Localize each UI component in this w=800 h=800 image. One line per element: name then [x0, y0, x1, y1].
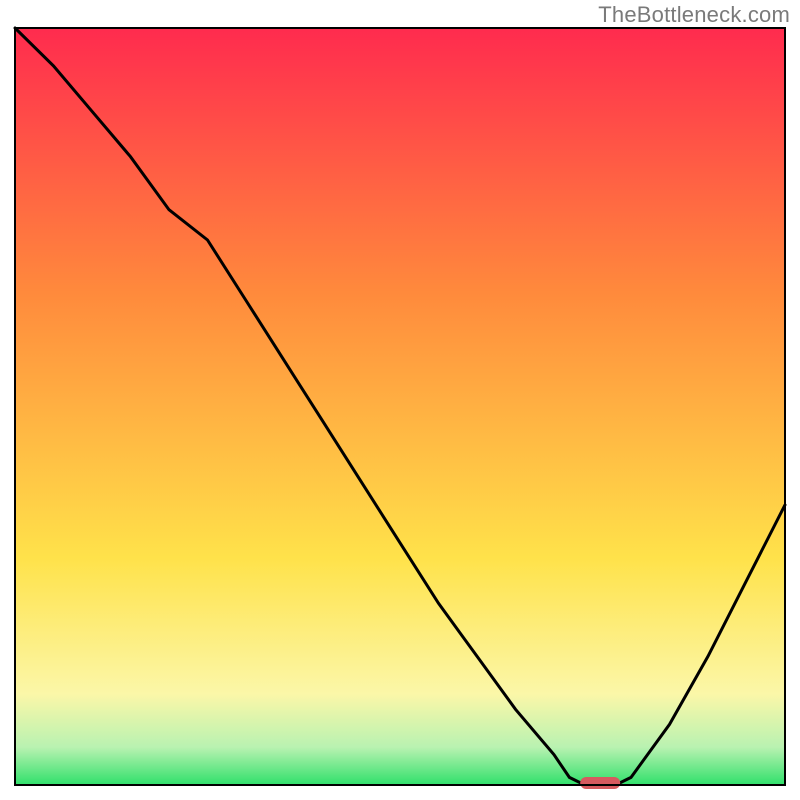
chart-svg	[0, 0, 800, 800]
watermark-text: TheBottleneck.com	[598, 2, 790, 28]
gradient-background	[15, 28, 785, 785]
optimal-marker	[580, 777, 620, 789]
bottleneck-chart: TheBottleneck.com	[0, 0, 800, 800]
